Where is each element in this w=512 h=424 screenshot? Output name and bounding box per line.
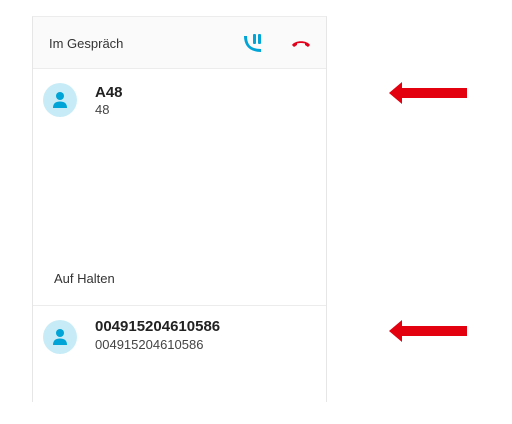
active-call-name: A48 <box>95 84 123 101</box>
call-merge-icon <box>244 34 261 52</box>
held-call-name: 004915204610586 <box>95 318 221 335</box>
call-panel: Im Gespräch A48 48 Auf Halten 0049152046… <box>32 16 327 402</box>
person-icon <box>53 92 67 108</box>
header-title: Im Gespräch <box>49 36 124 51</box>
hangup-button[interactable] <box>289 31 313 55</box>
call-header: Im Gespräch <box>33 17 326 69</box>
annotation-arrow-left-icon <box>389 82 467 104</box>
held-call-row[interactable]: 004915204610586 004915204610586 <box>33 305 326 376</box>
avatar <box>43 320 77 354</box>
hangup-icon <box>292 41 310 47</box>
on-hold-section-label: Auf Halten <box>54 271 115 286</box>
person-icon <box>53 329 67 345</box>
active-call-row[interactable]: A48 48 <box>33 69 326 139</box>
annotation-arrow-left-icon <box>389 320 467 342</box>
stage: Im Gespräch A48 48 Auf Halten 0049152046… <box>0 0 512 424</box>
avatar <box>43 83 77 117</box>
active-call-number: 48 <box>95 102 110 117</box>
call-merge-button[interactable] <box>242 31 266 55</box>
held-call-number: 004915204610586 <box>95 337 204 352</box>
